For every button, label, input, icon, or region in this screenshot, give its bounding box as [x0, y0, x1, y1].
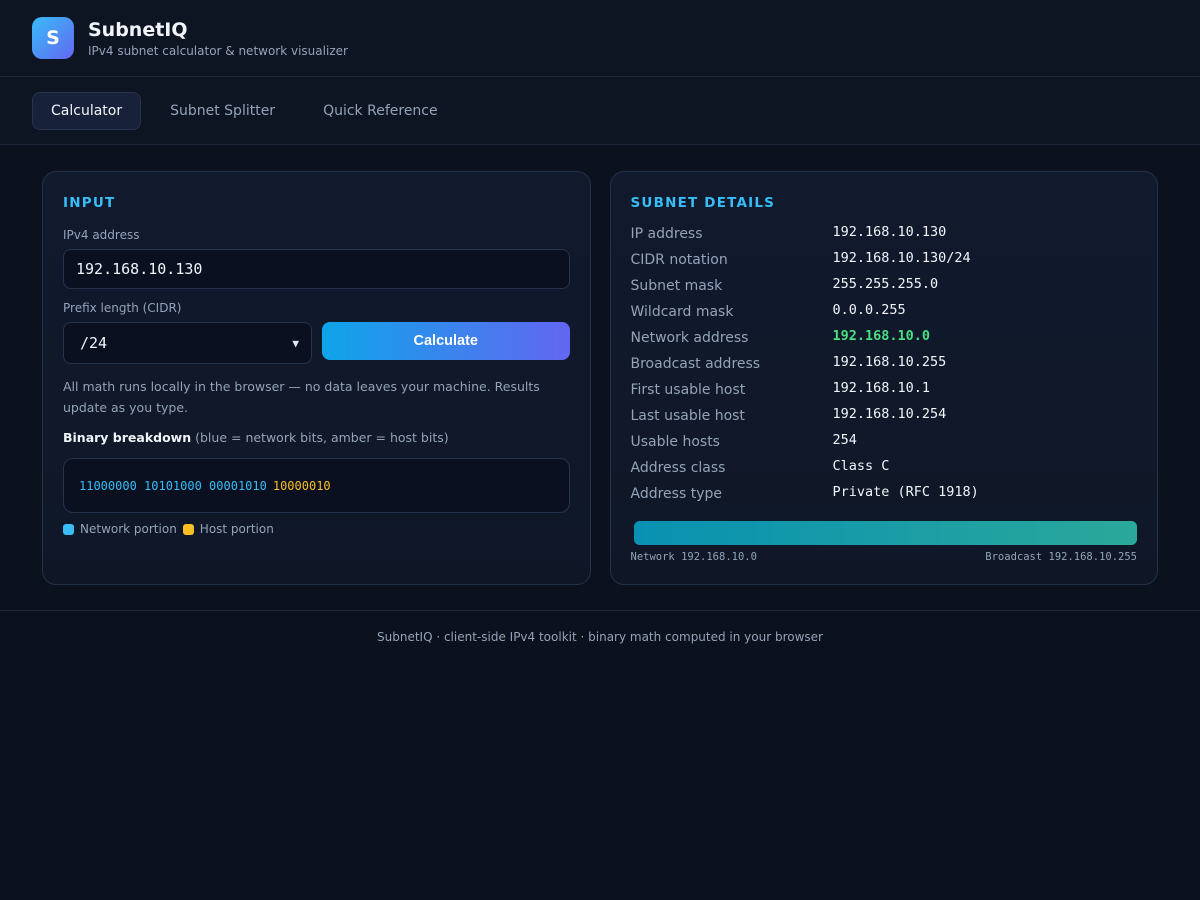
detail-label: Usable hosts: [630, 434, 720, 450]
detail-value: 192.168.10.254: [832, 406, 947, 422]
footer: SubnetIQ · client-side IPv4 toolkit · bi…: [377, 630, 823, 644]
detail-label: Wildcard mask: [630, 304, 734, 320]
detail-value: Private (RFC 1918): [832, 484, 979, 500]
privacy-note: All math runs locally in the browser — n…: [63, 379, 540, 415]
ip-label: IPv4 address: [63, 228, 140, 242]
binary-breakdown: 11000000 10101000 00001010 10000010: [63, 458, 570, 513]
ip-address-input[interactable]: 192.168.10.130: [63, 249, 570, 289]
detail-value: Class C: [832, 458, 890, 474]
binary-host-bits: 10000010: [272, 478, 331, 493]
range-end-label: Broadcast 192.168.10.255: [985, 551, 1137, 563]
app-title: SubnetIQ: [88, 18, 188, 41]
detail-row: Address class Class C: [631, 455, 1138, 481]
app-subtitle: IPv4 subnet calculator & network visuali…: [88, 43, 348, 58]
detail-label: Address class: [630, 460, 726, 476]
detail-label: Address type: [630, 486, 722, 502]
tab-quick-reference[interactable]: Quick Reference: [304, 92, 457, 130]
detail-value: 192.168.10.1: [832, 380, 931, 396]
network-address-value: 192.168.10.0: [832, 328, 931, 344]
range-start-label: Network 192.168.10.0: [630, 551, 757, 563]
prefix-row: /24 ▼ Calculate: [63, 322, 570, 364]
tab-calculator[interactable]: Calculator: [32, 91, 142, 130]
binary-heading: Binary breakdown (blue = network bits, a…: [63, 430, 570, 445]
prefix-select[interactable]: /24 ▼: [63, 322, 312, 364]
detail-label: CIDR notation: [630, 252, 728, 268]
tab-bar: Calculator Subnet Splitter Quick Referen…: [0, 77, 1200, 145]
detail-label: Subnet mask: [630, 278, 723, 294]
detail-label: Network address: [630, 330, 749, 346]
address-range-bar: [633, 521, 1137, 545]
input-card: INPUT IPv4 address 192.168.10.130 Prefix…: [42, 171, 591, 585]
calculate-button[interactable]: Calculate: [322, 322, 570, 360]
detail-row: Subnet mask 255.255.255.0: [631, 273, 1138, 299]
detail-value: 192.168.10.255: [832, 354, 947, 370]
detail-value: 192.168.10.130: [832, 224, 947, 240]
address-range-fill: [633, 521, 1137, 545]
tab-subnet-splitter[interactable]: Subnet Splitter: [151, 92, 294, 130]
binary-hint: (blue = network bits, amber = host bits): [195, 430, 449, 445]
detail-row: Last usable host 192.168.10.254: [631, 403, 1138, 429]
detail-row: Broadcast address 192.168.10.255: [631, 351, 1138, 377]
prefix-label: Prefix length (CIDR): [63, 301, 182, 315]
detail-label: IP address: [630, 226, 703, 242]
binary-network-bits: 11000000 10101000 00001010: [79, 478, 267, 493]
details-heading: SUBNET DETAILS: [630, 195, 776, 211]
prefix-select-value: /24: [80, 334, 108, 352]
legend-host: Host portion: [182, 522, 274, 536]
app-header: S SubnetIQ IPv4 subnet calculator & netw…: [0, 0, 1200, 77]
legend-network-label: Network portion: [80, 522, 177, 536]
detail-row: Usable hosts 254: [631, 429, 1138, 455]
detail-value: 0.0.0.255: [832, 302, 906, 318]
binary-title: Binary breakdown: [63, 430, 192, 445]
legend-host-label: Host portion: [199, 522, 274, 536]
detail-value: 254: [832, 432, 857, 448]
detail-label: Last usable host: [630, 408, 745, 424]
detail-row: Wildcard mask 0.0.0.255: [631, 299, 1138, 325]
binary-legend: Network portion Host portion: [63, 522, 570, 536]
detail-row: CIDR notation 192.168.10.130/24: [631, 247, 1138, 273]
detail-row: Address type Private (RFC 1918): [631, 481, 1138, 507]
details-list: IP address 192.168.10.130 CIDR notation 19…: [631, 221, 1138, 507]
details-card: SUBNET DETAILS IP address 192.168.10.130 …: [609, 171, 1158, 585]
chevron-down-icon: ▼: [292, 336, 299, 350]
network-swatch: [63, 523, 74, 535]
input-heading: INPUT: [63, 195, 116, 211]
legend-network: Network portion: [63, 522, 177, 536]
host-swatch: [182, 523, 194, 535]
range-labels: Network 192.168.10.0 Broadcast 192.168.1…: [631, 551, 1138, 563]
detail-value: 192.168.10.130/24: [832, 250, 971, 266]
main-content: INPUT IPv4 address 192.168.10.130 Prefix…: [0, 145, 1200, 611]
detail-row: Network address 192.168.10.0: [631, 325, 1138, 351]
detail-row: IP address 192.168.10.130: [631, 221, 1138, 247]
app-title-block: SubnetIQ IPv4 subnet calculator & networ…: [88, 19, 348, 58]
detail-label: First usable host: [630, 382, 746, 398]
detail-value: 255.255.255.0: [832, 276, 939, 292]
app-logo: S: [32, 17, 74, 59]
detail-label: Broadcast address: [630, 356, 761, 372]
detail-row: First usable host 192.168.10.1: [631, 377, 1138, 403]
